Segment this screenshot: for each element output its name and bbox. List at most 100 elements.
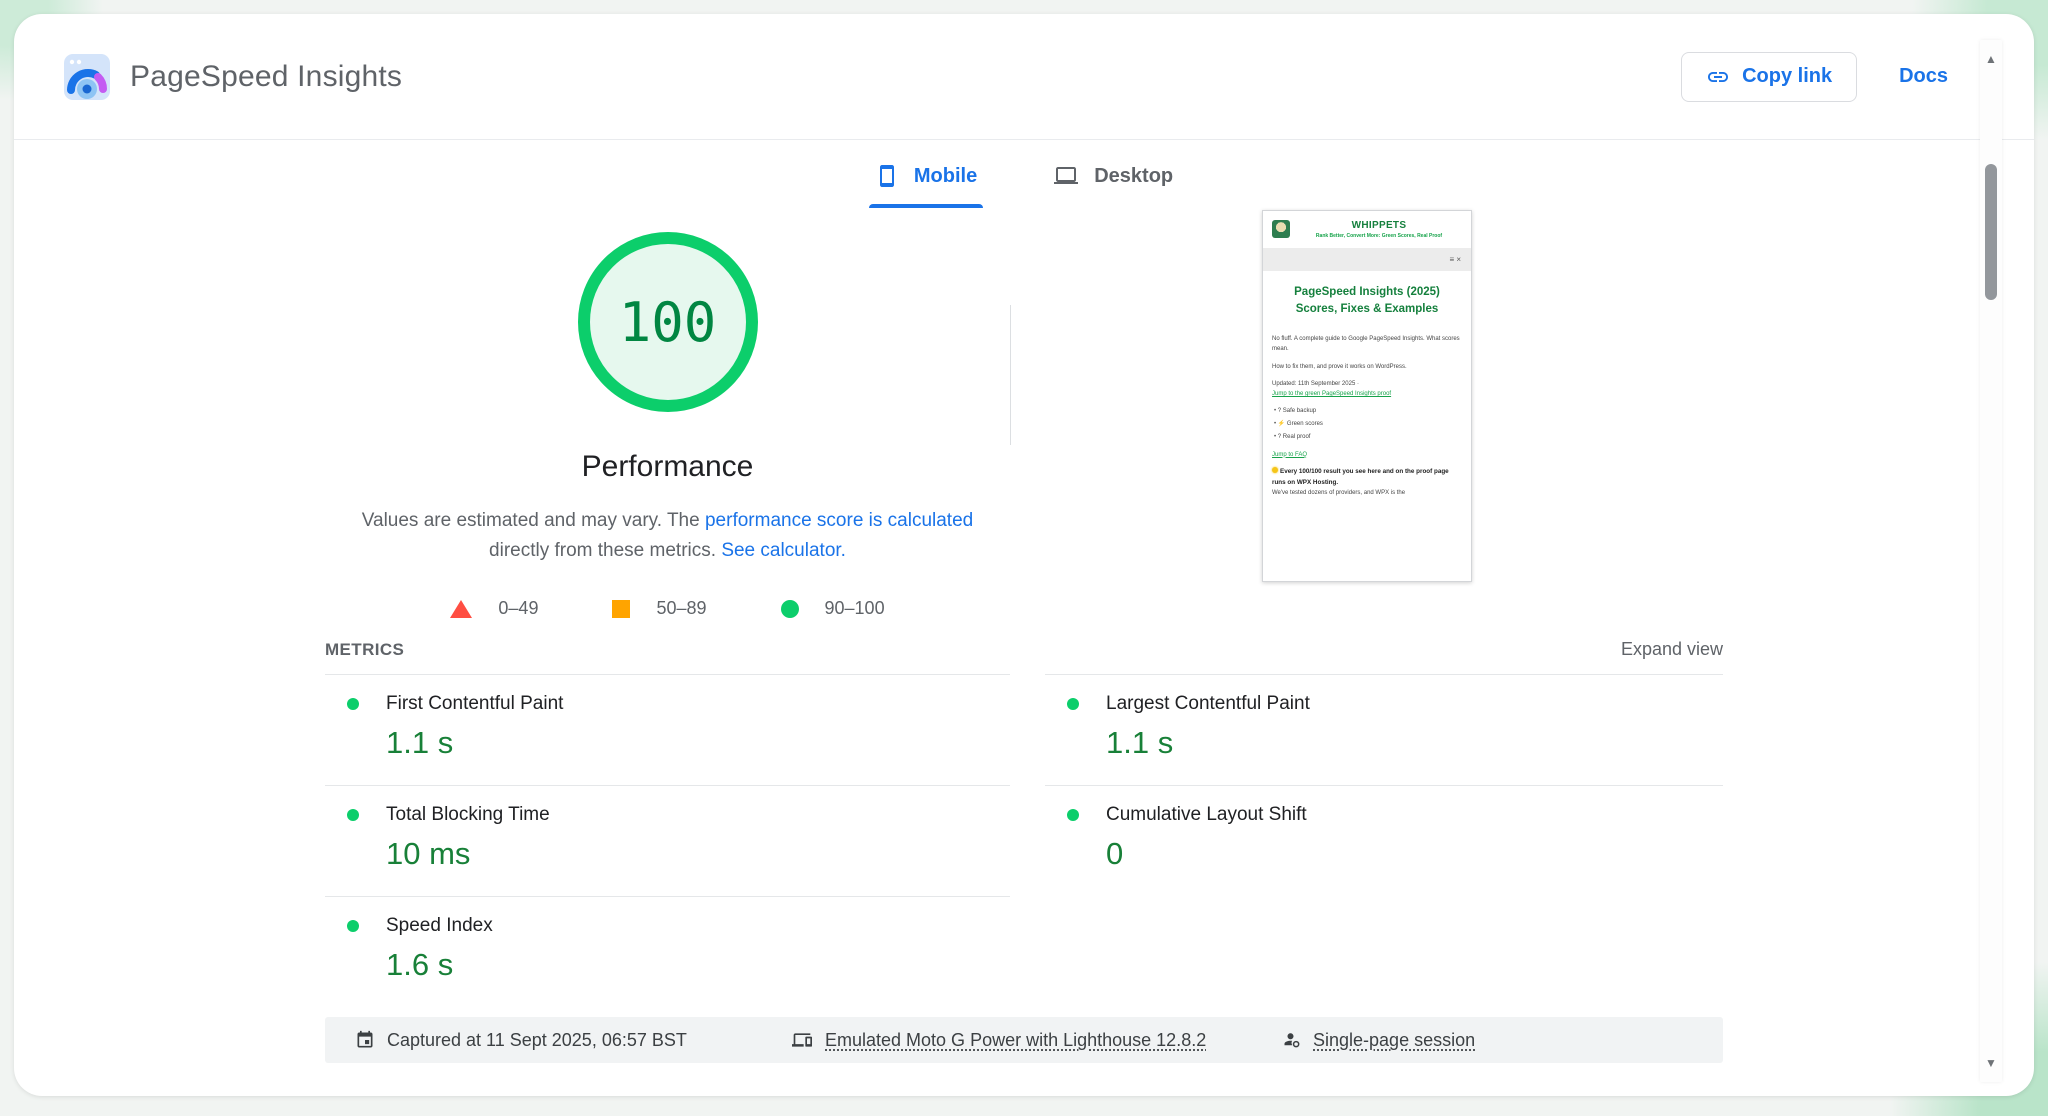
user-session-icon bbox=[1283, 1030, 1301, 1050]
tab-mobile[interactable]: Mobile bbox=[869, 158, 983, 208]
devices-icon bbox=[791, 1030, 813, 1050]
thumb-highlight-text: Every 100/100 result you see here and on… bbox=[1272, 468, 1449, 486]
performance-score-value: 100 bbox=[619, 291, 717, 354]
metrics-grid: First Contentful Paint 1.1 s Largest Con… bbox=[325, 674, 1723, 1007]
metric-value: 1.1 s bbox=[386, 725, 1010, 761]
psi-app-card: PageSpeed Insights Copy link Docs Mobile… bbox=[14, 14, 2034, 1096]
copy-link-button[interactable]: Copy link bbox=[1681, 52, 1857, 102]
emulation-environment-label[interactable]: Emulated Moto G Power with Lighthouse 12… bbox=[825, 1030, 1206, 1051]
metric-largest-contentful-paint: Largest Contentful Paint 1.1 s bbox=[1045, 674, 1723, 785]
scroll-down-arrow-icon[interactable]: ▼ bbox=[1980, 1056, 2002, 1070]
expand-view-button[interactable]: Expand view bbox=[1621, 639, 1723, 660]
thumb-article-body: No fluff. A complete guide to Google Pag… bbox=[1272, 334, 1462, 498]
thumb-bullet: ? Safe backup bbox=[1274, 406, 1462, 416]
laptop-icon bbox=[1053, 164, 1079, 188]
pass-circle-icon bbox=[781, 600, 799, 618]
tab-mobile-label: Mobile bbox=[914, 165, 977, 188]
performance-summary: 100 Performance Values are estimated and… bbox=[325, 210, 1723, 619]
tab-desktop[interactable]: Desktop bbox=[1047, 158, 1179, 208]
whippets-logo bbox=[1272, 220, 1290, 238]
fail-triangle-icon bbox=[450, 600, 472, 618]
calendar-icon bbox=[355, 1030, 375, 1050]
metric-value: 1.6 s bbox=[386, 947, 1010, 983]
metrics-section-label: METRICS bbox=[325, 640, 404, 660]
metric-pass-icon bbox=[347, 920, 359, 932]
tab-desktop-label: Desktop bbox=[1094, 165, 1173, 188]
thumb-site-tagline: Rank Better, Convert More: Green Scores,… bbox=[1296, 233, 1462, 241]
page-title: PageSpeed Insights bbox=[130, 60, 402, 94]
gauge-panel: 100 Performance Values are estimated and… bbox=[325, 210, 1010, 619]
metric-name: Largest Contentful Paint bbox=[1106, 693, 1310, 715]
thumb-article-heading: PageSpeed Insights (2025) Scores, Fixes … bbox=[1272, 284, 1462, 320]
thumb-paragraph: How to fix them, and prove it works on W… bbox=[1272, 362, 1462, 372]
metric-speed-index: Speed Index 1.6 s bbox=[325, 896, 1010, 1007]
thumb-bullet-list: ? Safe backup ⚡ Green scores ? Real proo… bbox=[1274, 406, 1462, 443]
pagespeed-logo-icon bbox=[64, 54, 110, 100]
thumb-menu-icons: ≡ × bbox=[1449, 255, 1461, 264]
thumb-bullet: ? Real proof bbox=[1274, 432, 1462, 442]
metric-value: 10 ms bbox=[386, 836, 1010, 872]
emulation-environment: Emulated Moto G Power with Lighthouse 12… bbox=[791, 1017, 1206, 1063]
performance-score-gauge: 100 bbox=[578, 232, 758, 412]
metrics-header-row: METRICS Expand view bbox=[325, 639, 1723, 660]
metric-pass-icon bbox=[1067, 698, 1079, 710]
legend-average-label: 50–89 bbox=[656, 598, 706, 619]
lightbulb-icon bbox=[1272, 467, 1278, 473]
scroll-up-arrow-icon[interactable]: ▲ bbox=[1980, 52, 2002, 66]
scrollbar-thumb[interactable] bbox=[1985, 164, 1997, 300]
metric-first-contentful-paint: First Contentful Paint 1.1 s bbox=[325, 674, 1010, 785]
capture-timestamp: Captured at 11 Sept 2025, 06:57 BST bbox=[355, 1017, 687, 1063]
performance-category-title: Performance bbox=[582, 450, 754, 484]
legend-pass-label: 90–100 bbox=[825, 598, 885, 619]
metric-total-blocking-time: Total Blocking Time 10 ms bbox=[325, 785, 1010, 896]
copy-link-label: Copy link bbox=[1742, 65, 1832, 88]
metric-pass-icon bbox=[347, 809, 359, 821]
thumb-bullet: ⚡ Green scores bbox=[1274, 419, 1462, 429]
disclaimer-text-1: Values are estimated and may vary. The bbox=[362, 510, 705, 531]
score-legend: 0–49 50–89 90–100 bbox=[450, 598, 884, 619]
metric-name: Total Blocking Time bbox=[386, 804, 550, 826]
active-tab-underline bbox=[869, 204, 983, 208]
legend-fail-label: 0–49 bbox=[498, 598, 538, 619]
metric-cumulative-layout-shift: Cumulative Layout Shift 0 bbox=[1045, 785, 1723, 896]
smartphone-icon bbox=[875, 164, 899, 188]
thumb-updated-line: Updated: 11th September 2025 · bbox=[1272, 379, 1462, 389]
thumb-site-header: WHIPPETS Rank Better, Convert More: Gree… bbox=[1272, 220, 1462, 241]
disclaimer-text-2: directly from these metrics. bbox=[489, 540, 721, 561]
metric-value: 1.1 s bbox=[1106, 725, 1723, 761]
legend-fail: 0–49 bbox=[450, 598, 538, 619]
session-type-label[interactable]: Single-page session bbox=[1313, 1030, 1475, 1051]
capture-info-bar: Captured at 11 Sept 2025, 06:57 BST Emul… bbox=[325, 1017, 1723, 1063]
metrics-grid-spacer bbox=[1045, 896, 1723, 1007]
metric-name: First Contentful Paint bbox=[386, 693, 563, 715]
legend-pass: 90–100 bbox=[781, 598, 885, 619]
report-container: 100 Performance Values are estimated and… bbox=[325, 210, 1723, 1063]
screenshot-panel: WHIPPETS Rank Better, Convert More: Gree… bbox=[1011, 210, 1723, 619]
link-icon bbox=[1706, 65, 1730, 89]
header-actions: Copy link Docs bbox=[1681, 52, 1948, 102]
metric-value: 0 bbox=[1106, 836, 1723, 872]
thumb-jump-link: Jump to the green PageSpeed Insights pro… bbox=[1272, 391, 1391, 397]
score-disclaimer: Values are estimated and may vary. The p… bbox=[358, 506, 978, 566]
thumb-faq-link: Jump to FAQ bbox=[1272, 452, 1307, 458]
thumb-nav-bar: ≡ × bbox=[1263, 248, 1471, 271]
metric-name: Cumulative Layout Shift bbox=[1106, 804, 1307, 826]
see-calculator-link[interactable]: See calculator. bbox=[721, 540, 846, 561]
docs-link[interactable]: Docs bbox=[1899, 65, 1948, 88]
thumb-highlight-paragraph: Every 100/100 result you see here and on… bbox=[1272, 467, 1462, 488]
session-type: Single-page session bbox=[1283, 1017, 1475, 1063]
legend-average: 50–89 bbox=[612, 598, 706, 619]
metric-pass-icon bbox=[347, 698, 359, 710]
average-square-icon bbox=[612, 600, 630, 618]
metric-name: Speed Index bbox=[386, 915, 493, 937]
final-screenshot-thumbnail: WHIPPETS Rank Better, Convert More: Gree… bbox=[1262, 210, 1472, 582]
thumb-paragraph: We've tested dozens of providers, and WP… bbox=[1272, 488, 1462, 498]
thumb-paragraph: No fluff. A complete guide to Google Pag… bbox=[1272, 334, 1462, 354]
vertical-scrollbar[interactable]: ▲ ▼ bbox=[1980, 40, 2002, 1082]
app-header: PageSpeed Insights Copy link Docs bbox=[14, 14, 2034, 140]
calculation-doc-link[interactable]: performance score is calculated bbox=[705, 510, 973, 531]
device-tabs: Mobile Desktop bbox=[14, 140, 2034, 208]
capture-timestamp-label: Captured at 11 Sept 2025, 06:57 BST bbox=[387, 1030, 687, 1051]
metric-pass-icon bbox=[1067, 809, 1079, 821]
thumb-site-name: WHIPPETS bbox=[1296, 220, 1462, 231]
